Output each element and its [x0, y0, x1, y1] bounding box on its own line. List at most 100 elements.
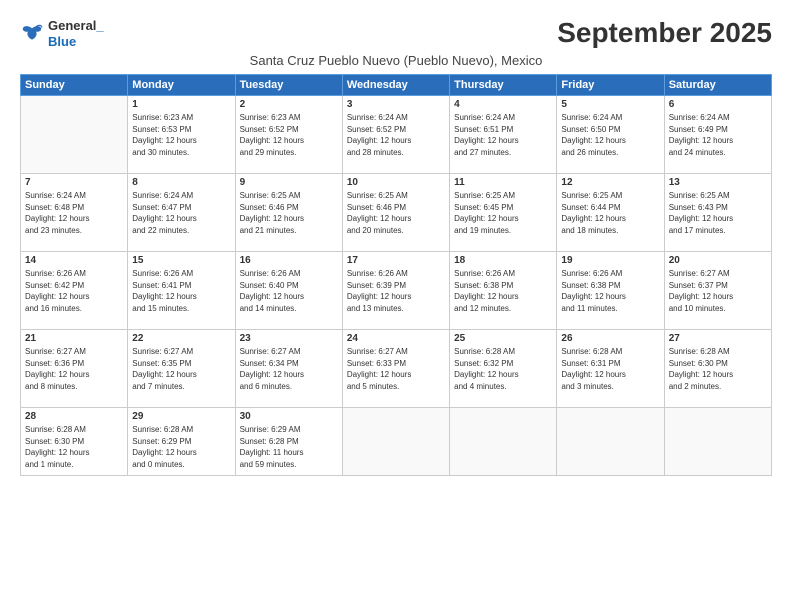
cell-info: Sunrise: 6:25 AMSunset: 6:46 PMDaylight:…	[347, 190, 445, 236]
day-number: 28	[25, 411, 123, 422]
cell-info: Sunrise: 6:24 AMSunset: 6:49 PMDaylight:…	[669, 112, 767, 158]
calendar-cell: 15Sunrise: 6:26 AMSunset: 6:41 PMDayligh…	[128, 252, 235, 330]
day-number: 29	[132, 411, 230, 422]
logo-bird-icon	[20, 22, 44, 46]
cell-info: Sunrise: 6:24 AMSunset: 6:52 PMDaylight:…	[347, 112, 445, 158]
month-title: September 2025	[557, 18, 772, 49]
day-number: 4	[454, 99, 552, 110]
calendar-cell: 14 Sunrise: 6:26 AMSunset: 6:42 PMDayligh…	[21, 252, 128, 330]
calendar-cell: 1 Sunrise: 6:23 AMSunset: 6:53 PMDaylight…	[128, 96, 235, 174]
cell-info: Sunrise: 6:26 AMSunset: 6:40 PMDaylight:…	[240, 268, 338, 314]
cell-info: Sunrise: 6:26 AMSunset: 6:42 PMDaylight:…	[25, 268, 123, 314]
day-header-friday: Friday	[557, 75, 664, 96]
day-number: 18	[454, 255, 552, 266]
calendar-cell: 23 Sunrise: 6:27 AMSunset: 6:34 PMDayligh…	[235, 330, 342, 408]
calendar-cell: 11 Sunrise: 6:25 AMSunset: 6:45 PMDayligh…	[450, 174, 557, 252]
calendar-cell: 13 Sunrise: 6:25 AMSunset: 6:43 PMDayligh…	[664, 174, 771, 252]
calendar-cell: 10Sunrise: 6:25 AMSunset: 6:46 PMDayligh…	[342, 174, 449, 252]
calendar-table: SundayMondayTuesdayWednesdayThursdayFrid…	[20, 74, 772, 476]
calendar-cell: 21Sunrise: 6:27 AMSunset: 6:36 PMDayligh…	[21, 330, 128, 408]
day-number: 7	[25, 177, 123, 188]
day-number: 16	[240, 255, 338, 266]
day-number: 21	[25, 333, 123, 344]
day-number: 9	[240, 177, 338, 188]
cell-info: Sunrise: 6:23 AMSunset: 6:52 PMDaylight:…	[240, 112, 338, 158]
cell-info: Sunrise: 6:26 AMSunset: 6:41 PMDaylight:…	[132, 268, 230, 314]
calendar-cell: 8Sunrise: 6:24 AMSunset: 6:47 PMDaylight…	[128, 174, 235, 252]
day-number: 22	[132, 333, 230, 344]
cell-info: Sunrise: 6:25 AMSunset: 6:45 PMDaylight:…	[454, 190, 552, 236]
day-number: 11	[454, 177, 552, 188]
day-number: 5	[561, 99, 659, 110]
calendar-cell	[664, 408, 771, 476]
calendar-cell: 20 Sunrise: 6:27 AMSunset: 6:37 PMDayligh…	[664, 252, 771, 330]
day-number: 13	[669, 177, 767, 188]
subtitle: Santa Cruz Pueblo Nuevo (Pueblo Nuevo), …	[20, 53, 772, 68]
cell-info: Sunrise: 6:27 AMSunset: 6:34 PMDaylight:…	[240, 346, 338, 392]
logo-text: General_ Blue	[48, 18, 104, 49]
cell-info: Sunrise: 6:24 AMSunset: 6:51 PMDaylight:…	[454, 112, 552, 158]
day-number: 19	[561, 255, 659, 266]
calendar-cell: 6Sunrise: 6:24 AMSunset: 6:49 PMDaylight…	[664, 96, 771, 174]
cell-info: Sunrise: 6:28 AMSunset: 6:30 PMDaylight:…	[25, 424, 123, 470]
cell-info: Sunrise: 6:24 AMSunset: 6:50 PMDaylight:…	[561, 112, 659, 158]
calendar-week-2: 7 Sunrise: 6:24 AMSunset: 6:48 PMDaylight…	[21, 174, 772, 252]
cell-info: Sunrise: 6:25 AMSunset: 6:44 PMDaylight:…	[561, 190, 659, 236]
cell-info: Sunrise: 6:25 AMSunset: 6:43 PMDaylight:…	[669, 190, 767, 236]
day-header-tuesday: Tuesday	[235, 75, 342, 96]
calendar-cell	[342, 408, 449, 476]
cell-info: Sunrise: 6:26 AMSunset: 6:38 PMDaylight:…	[561, 268, 659, 314]
calendar-cell: 7 Sunrise: 6:24 AMSunset: 6:48 PMDaylight…	[21, 174, 128, 252]
day-number: 25	[454, 333, 552, 344]
day-number: 20	[669, 255, 767, 266]
cell-info: Sunrise: 6:28 AMSunset: 6:29 PMDaylight:…	[132, 424, 230, 470]
day-header-saturday: Saturday	[664, 75, 771, 96]
cell-info: Sunrise: 6:28 AMSunset: 6:32 PMDaylight:…	[454, 346, 552, 392]
calendar-cell: 12 Sunrise: 6:25 AMSunset: 6:44 PMDayligh…	[557, 174, 664, 252]
cell-info: Sunrise: 6:29 AMSunset: 6:28 PMDaylight:…	[240, 424, 338, 470]
calendar-body: 1 Sunrise: 6:23 AMSunset: 6:53 PMDaylight…	[21, 96, 772, 476]
day-header-monday: Monday	[128, 75, 235, 96]
day-number: 24	[347, 333, 445, 344]
calendar-cell	[450, 408, 557, 476]
calendar-cell: 5 Sunrise: 6:24 AMSunset: 6:50 PMDaylight…	[557, 96, 664, 174]
cell-info: Sunrise: 6:27 AMSunset: 6:37 PMDaylight:…	[669, 268, 767, 314]
calendar-cell: 18 Sunrise: 6:26 AMSunset: 6:38 PMDayligh…	[450, 252, 557, 330]
cell-info: Sunrise: 6:23 AMSunset: 6:53 PMDaylight:…	[132, 112, 230, 158]
calendar-cell: 28 Sunrise: 6:28 AMSunset: 6:30 PMDayligh…	[21, 408, 128, 476]
cell-info: Sunrise: 6:28 AMSunset: 6:30 PMDaylight:…	[669, 346, 767, 392]
day-number: 2	[240, 99, 338, 110]
day-number: 26	[561, 333, 659, 344]
page: General_ Blue September 2025 Santa Cruz …	[0, 0, 792, 612]
day-number: 23	[240, 333, 338, 344]
calendar-cell: 3 Sunrise: 6:24 AMSunset: 6:52 PMDaylight…	[342, 96, 449, 174]
calendar-week-1: 1 Sunrise: 6:23 AMSunset: 6:53 PMDaylight…	[21, 96, 772, 174]
day-number: 14	[25, 255, 123, 266]
calendar-cell: 9 Sunrise: 6:25 AMSunset: 6:46 PMDaylight…	[235, 174, 342, 252]
day-number: 12	[561, 177, 659, 188]
calendar-header-row: SundayMondayTuesdayWednesdayThursdayFrid…	[21, 75, 772, 96]
calendar-cell: 29 Sunrise: 6:28 AMSunset: 6:29 PMDayligh…	[128, 408, 235, 476]
calendar-cell: 16 Sunrise: 6:26 AMSunset: 6:40 PMDayligh…	[235, 252, 342, 330]
day-number: 17	[347, 255, 445, 266]
calendar-cell: 26Sunrise: 6:28 AMSunset: 6:31 PMDayligh…	[557, 330, 664, 408]
calendar-cell: 4 Sunrise: 6:24 AMSunset: 6:51 PMDaylight…	[450, 96, 557, 174]
day-number: 3	[347, 99, 445, 110]
day-number: 1	[132, 99, 230, 110]
calendar-cell: 30Sunrise: 6:29 AMSunset: 6:28 PMDayligh…	[235, 408, 342, 476]
calendar-cell	[557, 408, 664, 476]
calendar-week-4: 21Sunrise: 6:27 AMSunset: 6:36 PMDayligh…	[21, 330, 772, 408]
calendar-cell: 25 Sunrise: 6:28 AMSunset: 6:32 PMDayligh…	[450, 330, 557, 408]
day-header-wednesday: Wednesday	[342, 75, 449, 96]
cell-info: Sunrise: 6:24 AMSunset: 6:48 PMDaylight:…	[25, 190, 123, 236]
day-header-thursday: Thursday	[450, 75, 557, 96]
calendar-cell	[21, 96, 128, 174]
cell-info: Sunrise: 6:26 AMSunset: 6:38 PMDaylight:…	[454, 268, 552, 314]
cell-info: Sunrise: 6:24 AMSunset: 6:47 PMDaylight:…	[132, 190, 230, 236]
cell-info: Sunrise: 6:27 AMSunset: 6:35 PMDaylight:…	[132, 346, 230, 392]
calendar-cell: 2 Sunrise: 6:23 AMSunset: 6:52 PMDaylight…	[235, 96, 342, 174]
calendar-week-3: 14 Sunrise: 6:26 AMSunset: 6:42 PMDayligh…	[21, 252, 772, 330]
cell-info: Sunrise: 6:25 AMSunset: 6:46 PMDaylight:…	[240, 190, 338, 236]
calendar-cell: 24Sunrise: 6:27 AMSunset: 6:33 PMDayligh…	[342, 330, 449, 408]
logo: General_ Blue	[20, 18, 104, 49]
